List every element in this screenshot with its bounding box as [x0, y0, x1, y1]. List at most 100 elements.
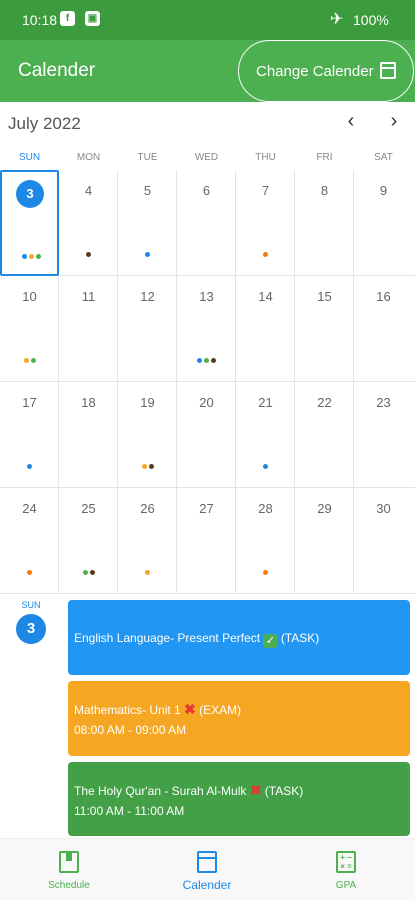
day-number: 16: [376, 289, 391, 304]
day-number: 23: [376, 395, 391, 410]
event-dots: [118, 252, 177, 257]
tab-label: GPA: [335, 880, 357, 891]
calendar-day-cell[interactable]: 21: [236, 382, 295, 488]
calendar-day-cell[interactable]: 20: [177, 382, 236, 488]
notification-icon: f: [60, 11, 75, 26]
calendar-day-cell[interactable]: 12: [118, 276, 177, 382]
event-dot: [27, 464, 32, 469]
event-tag: (TASK): [280, 631, 320, 645]
event-time: 08:00 AM - 09:00 AM: [74, 723, 187, 737]
next-month-button[interactable]: ›: [382, 110, 406, 133]
day-number: 18: [81, 395, 96, 410]
status-time: 10:18: [22, 12, 58, 28]
event-dot: [86, 252, 91, 257]
day-number: 8: [320, 183, 329, 198]
day-number: 12: [140, 289, 155, 304]
calendar-day-cell[interactable]: 4: [59, 170, 118, 276]
event-dot: [145, 252, 150, 257]
day-number: 17: [22, 395, 37, 410]
event-title: English Language- Present Perfect: [74, 631, 261, 645]
calendar-day-cell[interactable]: 7: [236, 170, 295, 276]
event-dots: [177, 358, 236, 363]
calendar-day-cell[interactable]: 23: [354, 382, 415, 488]
calendar-day-cell[interactable]: 30: [354, 488, 415, 594]
tab-gpa[interactable]: + − × = GPA: [277, 839, 415, 900]
event-time: 11:00 AM - 11:00 AM: [74, 804, 185, 818]
calendar-day-cell[interactable]: 25: [59, 488, 118, 594]
day-number: 14: [258, 289, 273, 304]
calendar-day-cell[interactable]: 24: [0, 488, 59, 594]
calendar-day-cell[interactable]: 16: [354, 276, 415, 382]
calendar-day-cell[interactable]: 13: [177, 276, 236, 382]
day-number: 29: [317, 501, 332, 516]
calendar-day-cell[interactable]: 28: [236, 488, 295, 594]
event-card[interactable]: The Holy Qur'an - Surah Al-Mulk ✖ (TASK)…: [68, 762, 410, 836]
calendar-day-cell[interactable]: 18: [59, 382, 118, 488]
event-card[interactable]: English Language- Present Perfect ✓ (TAS…: [68, 600, 410, 675]
calendar-day-cell[interactable]: 3: [0, 170, 59, 276]
event-dot: [22, 254, 27, 259]
day-number: 7: [261, 183, 270, 198]
tab-schedule[interactable]: Schedule: [0, 839, 138, 900]
event-dots: [2, 254, 61, 259]
calendar-day-cell[interactable]: 8: [295, 170, 354, 276]
calendar-day-cell[interactable]: 14: [236, 276, 295, 382]
weekday-mon: MON: [76, 152, 101, 163]
event-dot: [23, 358, 29, 363]
event-dots: [0, 570, 59, 575]
month-title: July 2022: [8, 114, 81, 133]
tab-calender[interactable]: Calender: [138, 839, 276, 900]
event-dot: [82, 570, 88, 575]
event-dots: [236, 252, 295, 257]
calendar-day-cell[interactable]: 26: [118, 488, 177, 594]
weekday-tue: TUE: [137, 152, 158, 163]
event-dot: [89, 570, 95, 575]
event-title-line: Mathematics- Unit 1 ✖ (EXAM): [74, 701, 241, 718]
weekday-wed: WED: [194, 152, 219, 163]
calendar-day-cell[interactable]: 29: [295, 488, 354, 594]
event-dot: [30, 358, 36, 363]
calendar-day-cell[interactable]: 19: [118, 382, 177, 488]
event-tag: (EXAM): [199, 703, 242, 717]
event-title: The Holy Qur'an - Surah Al-Mulk: [74, 784, 247, 798]
day-number: 28: [258, 501, 273, 516]
day-number: 24: [22, 501, 37, 516]
event-title: Mathematics- Unit 1: [74, 703, 181, 717]
calendar-day-cell[interactable]: 17: [0, 382, 59, 488]
calendar-day-cell[interactable]: 27: [177, 488, 236, 594]
calendar-day-cell[interactable]: 10: [0, 276, 59, 382]
event-dot: [27, 570, 32, 575]
cross-icon: ✖: [184, 701, 196, 717]
day-number: 25: [81, 501, 96, 516]
selected-day-number: 3: [16, 614, 46, 644]
change-calendar-label: Change Calender: [256, 63, 374, 80]
day-number: 15: [317, 289, 332, 304]
day-number: 9: [379, 183, 388, 198]
calendar-day-cell[interactable]: 9: [354, 170, 415, 276]
event-dot: [141, 464, 147, 469]
calendar-day-cell[interactable]: 5: [118, 170, 177, 276]
event-dot: [29, 254, 34, 259]
app-bar: Calender Change Calender: [0, 40, 415, 102]
battery-level: 100%: [353, 12, 389, 28]
gallery-icon: ▣: [85, 11, 100, 26]
day-number: 19: [140, 395, 155, 410]
calendar-day-cell[interactable]: 6: [177, 170, 236, 276]
day-number: 22: [317, 395, 332, 410]
event-title-line: The Holy Qur'an - Surah Al-Mulk ✖ (TASK): [74, 782, 303, 799]
tab-label: Calender: [182, 878, 232, 892]
event-dots: [0, 358, 59, 363]
calendar-day-cell[interactable]: 11: [59, 276, 118, 382]
event-dot: [148, 464, 154, 469]
day-number: 10: [22, 289, 37, 304]
event-dot: [211, 358, 216, 363]
bottom-navigation: Schedule Calender + − × = GPA: [0, 838, 415, 900]
day-number: 27: [199, 501, 214, 516]
month-header: July 2022 ‹ ›: [0, 102, 415, 144]
day-number: 13: [199, 289, 214, 304]
event-card[interactable]: Mathematics- Unit 1 ✖ (EXAM) 08:00 AM - …: [68, 681, 410, 756]
change-calendar-button[interactable]: Change Calender: [238, 40, 414, 102]
calendar-day-cell[interactable]: 22: [295, 382, 354, 488]
previous-month-button[interactable]: ‹: [339, 110, 363, 133]
calendar-day-cell[interactable]: 15: [295, 276, 354, 382]
